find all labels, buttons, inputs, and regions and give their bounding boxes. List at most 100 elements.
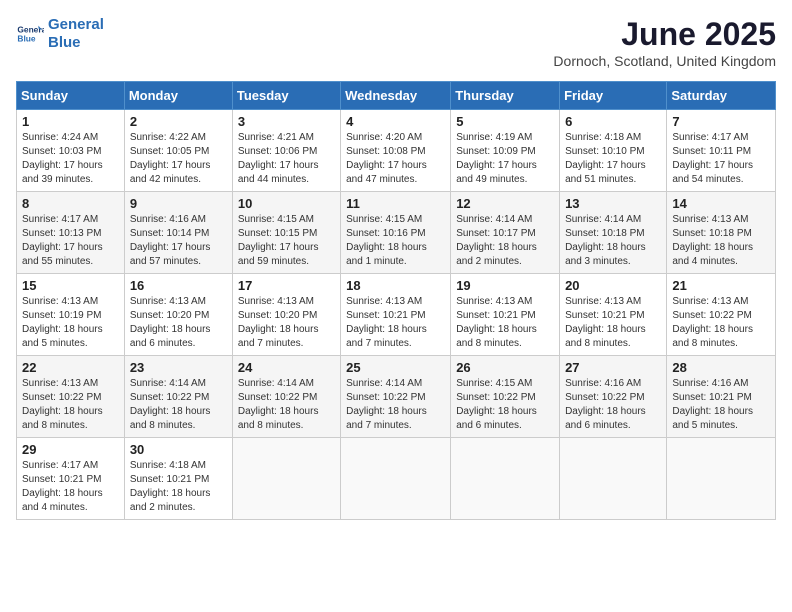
calendar-cell: 1 Sunrise: 4:24 AM Sunset: 10:03 PM Dayli… — [17, 110, 125, 192]
calendar-cell: 15 Sunrise: 4:13 AM Sunset: 10:19 PM Dayl… — [17, 274, 125, 356]
calendar-cell: 9Sunrise: 4:16 AM Sunset: 10:14 PM Dayli… — [124, 192, 232, 274]
calendar-cell: 30 Sunrise: 4:18 AM Sunset: 10:21 PM Dayl… — [124, 438, 232, 520]
calendar-cell: 8 Sunrise: 4:17 AM Sunset: 10:13 PM Dayli… — [17, 192, 125, 274]
day-number: 18 — [346, 278, 445, 293]
day-info: Sunrise: 4:15 AM Sunset: 10:16 PM Daylig… — [346, 213, 445, 269]
day-info: Sunrise: 4:13 AM Sunset: 10:21 PM Daylig… — [346, 295, 445, 351]
day-number: 3 — [238, 114, 335, 129]
calendar-cell: 12 Sunrise: 4:14 AM Sunset: 10:17 PM Dayl… — [451, 192, 560, 274]
day-number: 30 — [130, 442, 227, 457]
day-info: Sunrise: 4:21 AM Sunset: 10:06 PM Daylig… — [238, 131, 335, 187]
day-info: Sunrise: 4:15 AM Sunset: 10:22 PM Daylig… — [456, 377, 554, 433]
calendar-cell: 3 Sunrise: 4:21 AM Sunset: 10:06 PM Dayli… — [232, 110, 340, 192]
day-number: 2 — [130, 114, 227, 129]
header-thursday: Thursday — [451, 82, 560, 110]
day-info: Sunrise: 4:13 AM Sunset: 10:22 PM Daylig… — [672, 295, 770, 351]
day-info: Sunrise: 4:22 AM Sunset: 10:05 PM Daylig… — [130, 131, 227, 187]
day-info: Sunrise: 4:14 AM Sunset: 10:17 PM Daylig… — [456, 213, 554, 269]
header-saturday: Saturday — [667, 82, 776, 110]
header-sunday: Sunday — [17, 82, 125, 110]
day-number: 20 — [565, 278, 661, 293]
calendar-cell: 29 Sunrise: 4:17 AM Sunset: 10:21 PM Dayl… — [17, 438, 125, 520]
svg-text:Blue: Blue — [17, 34, 35, 44]
day-number: 28 — [672, 360, 770, 375]
day-number: 17 — [238, 278, 335, 293]
day-number: 24 — [238, 360, 335, 375]
day-number: 26 — [456, 360, 554, 375]
header-friday: Friday — [560, 82, 667, 110]
calendar-cell: 23 Sunrise: 4:14 AM Sunset: 10:22 PM Dayl… — [124, 356, 232, 438]
day-info: Sunrise: 4:24 AM Sunset: 10:03 PM Daylig… — [22, 131, 119, 187]
day-info: Sunrise: 4:14 AM Sunset: 10:18 PM Daylig… — [565, 213, 661, 269]
calendar-cell: 2 Sunrise: 4:22 AM Sunset: 10:05 PM Dayli… — [124, 110, 232, 192]
calendar-cell — [341, 438, 451, 520]
calendar-cell: 14 Sunrise: 4:13 AM Sunset: 10:18 PM Dayl… — [667, 192, 776, 274]
day-info: Sunrise: 4:16 AM Sunset: 10:21 PM Daylig… — [672, 377, 770, 433]
calendar-cell — [560, 438, 667, 520]
page-header: General Blue General Blue June 2025 Dorn… — [16, 16, 776, 69]
day-number: 16 — [130, 278, 227, 293]
week-row-3: 15 Sunrise: 4:13 AM Sunset: 10:19 PM Dayl… — [17, 274, 776, 356]
day-number: 25 — [346, 360, 445, 375]
calendar-cell — [451, 438, 560, 520]
calendar-cell: 18 Sunrise: 4:13 AM Sunset: 10:21 PM Dayl… — [341, 274, 451, 356]
day-info: Sunrise: 4:13 AM Sunset: 10:20 PM Daylig… — [130, 295, 227, 351]
day-number: 12 — [456, 196, 554, 211]
week-row-5: 29 Sunrise: 4:17 AM Sunset: 10:21 PM Dayl… — [17, 438, 776, 520]
day-info: Sunrise: 4:14 AM Sunset: 10:22 PM Daylig… — [130, 377, 227, 433]
day-info: Sunrise: 4:17 AM Sunset: 10:11 PM Daylig… — [672, 131, 770, 187]
calendar-cell: 16 Sunrise: 4:13 AM Sunset: 10:20 PM Dayl… — [124, 274, 232, 356]
calendar-cell: 22Sunrise: 4:13 AM Sunset: 10:22 PM Dayl… — [17, 356, 125, 438]
calendar-cell: 6Sunrise: 4:18 AM Sunset: 10:10 PM Dayli… — [560, 110, 667, 192]
day-number: 22 — [22, 360, 119, 375]
calendar-subtitle: Dornoch, Scotland, United Kingdom — [553, 53, 776, 69]
logo-text-line2: Blue — [48, 34, 104, 52]
header-wednesday: Wednesday — [341, 82, 451, 110]
calendar-cell: 21 Sunrise: 4:13 AM Sunset: 10:22 PM Dayl… — [667, 274, 776, 356]
title-block: June 2025 Dornoch, Scotland, United King… — [553, 16, 776, 69]
day-info: Sunrise: 4:15 AM Sunset: 10:15 PM Daylig… — [238, 213, 335, 269]
day-info: Sunrise: 4:18 AM Sunset: 10:21 PM Daylig… — [130, 459, 227, 515]
calendar-cell: 20 Sunrise: 4:13 AM Sunset: 10:21 PM Dayl… — [560, 274, 667, 356]
day-info: Sunrise: 4:14 AM Sunset: 10:22 PM Daylig… — [346, 377, 445, 433]
day-number: 7 — [672, 114, 770, 129]
header-tuesday: Tuesday — [232, 82, 340, 110]
day-number: 29 — [22, 442, 119, 457]
day-number: 8 — [22, 196, 119, 211]
calendar-cell: 13Sunrise: 4:14 AM Sunset: 10:18 PM Dayl… — [560, 192, 667, 274]
logo-icon: General Blue — [16, 20, 44, 48]
calendar-cell: 24 Sunrise: 4:14 AM Sunset: 10:22 PM Dayl… — [232, 356, 340, 438]
calendar-cell: 10Sunrise: 4:15 AM Sunset: 10:15 PM Dayl… — [232, 192, 340, 274]
day-number: 14 — [672, 196, 770, 211]
calendar-cell — [232, 438, 340, 520]
day-info: Sunrise: 4:16 AM Sunset: 10:14 PM Daylig… — [130, 213, 227, 269]
calendar-cell: 27Sunrise: 4:16 AM Sunset: 10:22 PM Dayl… — [560, 356, 667, 438]
day-number: 11 — [346, 196, 445, 211]
calendar-title: June 2025 — [553, 16, 776, 53]
calendar-cell: 11 Sunrise: 4:15 AM Sunset: 10:16 PM Dayl… — [341, 192, 451, 274]
header-monday: Monday — [124, 82, 232, 110]
calendar-body: 1 Sunrise: 4:24 AM Sunset: 10:03 PM Dayli… — [17, 110, 776, 520]
day-info: Sunrise: 4:13 AM Sunset: 10:18 PM Daylig… — [672, 213, 770, 269]
day-info: Sunrise: 4:13 AM Sunset: 10:19 PM Daylig… — [22, 295, 119, 351]
day-number: 1 — [22, 114, 119, 129]
day-number: 21 — [672, 278, 770, 293]
day-info: Sunrise: 4:17 AM Sunset: 10:13 PM Daylig… — [22, 213, 119, 269]
calendar-cell: 7 Sunrise: 4:17 AM Sunset: 10:11 PM Dayli… — [667, 110, 776, 192]
calendar-cell: 4Sunrise: 4:20 AM Sunset: 10:08 PM Dayli… — [341, 110, 451, 192]
calendar-cell: 25 Sunrise: 4:14 AM Sunset: 10:22 PM Dayl… — [341, 356, 451, 438]
day-info: Sunrise: 4:14 AM Sunset: 10:22 PM Daylig… — [238, 377, 335, 433]
calendar-cell: 26 Sunrise: 4:15 AM Sunset: 10:22 PM Dayl… — [451, 356, 560, 438]
day-number: 23 — [130, 360, 227, 375]
week-row-4: 22Sunrise: 4:13 AM Sunset: 10:22 PM Dayl… — [17, 356, 776, 438]
day-number: 19 — [456, 278, 554, 293]
day-info: Sunrise: 4:17 AM Sunset: 10:21 PM Daylig… — [22, 459, 119, 515]
day-number: 6 — [565, 114, 661, 129]
week-row-2: 8 Sunrise: 4:17 AM Sunset: 10:13 PM Dayli… — [17, 192, 776, 274]
calendar-table: SundayMondayTuesdayWednesdayThursdayFrid… — [16, 81, 776, 520]
day-info: Sunrise: 4:19 AM Sunset: 10:09 PM Daylig… — [456, 131, 554, 187]
day-info: Sunrise: 4:13 AM Sunset: 10:21 PM Daylig… — [565, 295, 661, 351]
logo: General Blue General Blue — [16, 16, 104, 52]
day-number: 15 — [22, 278, 119, 293]
day-number: 5 — [456, 114, 554, 129]
